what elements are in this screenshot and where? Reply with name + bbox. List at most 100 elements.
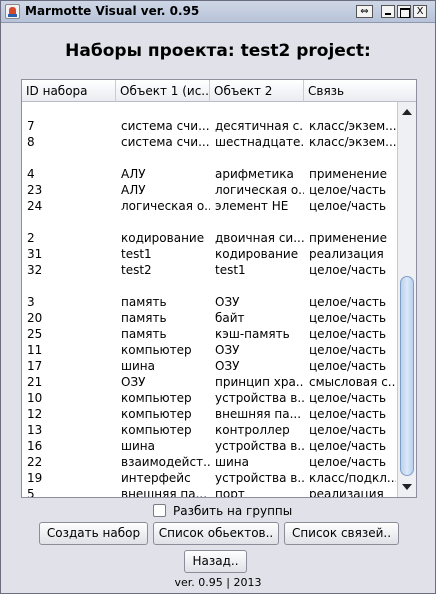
cell-relation: класс/экзем...: [309, 135, 396, 149]
table-header: ID набора Объект 1 (ис... Объект 2 Связь: [22, 80, 396, 102]
cell-relation: [304, 102, 396, 118]
cell-relation: целое/часть: [309, 455, 387, 469]
column-header-object2[interactable]: Объект 2: [210, 80, 304, 102]
cell-object1: компьютер: [121, 423, 192, 437]
close-button[interactable]: X: [413, 5, 427, 18]
cell-set-id: 8: [27, 135, 35, 149]
minimize-button[interactable]: [381, 5, 395, 18]
vertical-scrollbar[interactable]: [397, 102, 416, 497]
cell-relation: смысловая с...: [309, 375, 396, 389]
table-row[interactable]: 7 система счи... десятичная с... класс/экзе…: [22, 118, 396, 134]
table-row[interactable]: 10 компьютер устройства в... целое/часть: [22, 390, 396, 406]
maximize-button[interactable]: [397, 5, 411, 18]
cell-relation: класс/экзем...: [309, 119, 396, 133]
cell-object2: шина: [215, 455, 249, 469]
table-row[interactable]: [22, 278, 396, 294]
cell-set-id: 11: [27, 343, 43, 357]
table-row[interactable]: [22, 150, 396, 166]
table-row[interactable]: 4 АЛУ арифметика применение: [22, 166, 396, 182]
cell-object1: test2: [121, 263, 152, 277]
table-row[interactable]: [22, 102, 396, 118]
cell-object1: кодирование: [121, 231, 205, 245]
cell-object2: двоичная си...: [215, 231, 304, 245]
table-row[interactable]: 2 кодирование двоичная си... применение: [22, 230, 396, 246]
column-header-object1[interactable]: Объект 1 (ис...: [116, 80, 210, 102]
scroll-down-arrow-icon[interactable]: [398, 479, 416, 495]
scrollbar-track[interactable]: [398, 120, 416, 479]
sets-table: ID набора Объект 1 (ис... Объект 2 Связь…: [21, 79, 417, 498]
table-row[interactable]: 3 память ОЗУ целое/часть: [22, 294, 396, 310]
table-row[interactable]: 12 компьютер внешняя па... целое/часть: [22, 406, 396, 422]
table-row[interactable]: 22 взаимодейст... шина целое/часть: [22, 454, 396, 470]
links-list-button[interactable]: Список связей..: [284, 522, 399, 545]
cell-relation: целое/часть: [309, 423, 387, 437]
table-row[interactable]: 21 ОЗУ принцип хра... смысловая с...: [22, 374, 396, 390]
title-bar[interactable]: Marmotte Visual ver. 0.95 ⇔ X: [1, 1, 435, 23]
cell-object1: память: [121, 311, 167, 325]
table-row[interactable]: 16 шина устройства в... целое/часть: [22, 438, 396, 454]
cell-object2: десятичная с...: [215, 119, 304, 133]
scrollbar-thumb[interactable]: [400, 276, 414, 476]
cell-set-id: 7: [27, 119, 35, 133]
cell-set-id: 16: [27, 439, 43, 453]
cell-set-id: [22, 214, 116, 230]
cell-object1: система счи...: [121, 119, 210, 133]
objects-list-button[interactable]: Список обьектов..: [153, 522, 279, 545]
table-row[interactable]: 19 интерфейс устройства в... класс/подкл...: [22, 470, 396, 486]
table-row[interactable]: 23 АЛУ логическая о... целое/часть: [22, 182, 396, 198]
table-row[interactable]: 5 внешняя па... порт реализация: [22, 486, 396, 497]
cell-object1: память: [121, 327, 167, 341]
cell-relation: реализация: [309, 247, 384, 261]
table-body[interactable]: 7 система счи... десятичная с... класс/экзе…: [22, 102, 396, 497]
cell-set-id: 19: [27, 471, 43, 485]
column-header-relation[interactable]: Связь: [304, 80, 396, 102]
table-row[interactable]: 24 логическая о... элемент НЕ целое/часть: [22, 198, 396, 214]
scroll-up-arrow-icon[interactable]: [398, 104, 416, 120]
cell-set-id: 2: [27, 231, 35, 245]
resize-arrows-button[interactable]: ⇔: [356, 5, 373, 18]
cell-set-id: 12: [27, 407, 43, 421]
cell-relation: целое/часть: [309, 263, 387, 277]
cell-object2: ОЗУ: [215, 359, 240, 373]
cell-object2: элемент НЕ: [215, 199, 289, 213]
cell-relation: [304, 278, 396, 294]
table-row[interactable]: 13 компьютер контроллер целое/часть: [22, 422, 396, 438]
cell-object1: ОЗУ: [121, 375, 146, 389]
split-groups-checkbox[interactable]: [153, 504, 166, 517]
cell-object2: логическая о...: [215, 183, 304, 197]
page-title: Наборы проекта: test2 project:: [65, 41, 371, 61]
cell-relation: целое/часть: [309, 183, 387, 197]
split-groups-label[interactable]: Разбить на группы: [173, 503, 292, 519]
cell-object2: байт: [215, 311, 245, 325]
table-row[interactable]: 25 память кэш-память целое/часть: [22, 326, 396, 342]
table-row[interactable]: 20 память байт целое/часть: [22, 310, 396, 326]
split-groups-option[interactable]: Разбить на группы: [153, 503, 293, 519]
cell-object2: устройства в...: [215, 391, 304, 405]
cell-relation: целое/часть: [309, 359, 387, 373]
table-row[interactable]: [22, 214, 396, 230]
cell-object2: ОЗУ: [215, 343, 240, 357]
back-button[interactable]: Назад..: [184, 550, 247, 573]
table-row[interactable]: 32 test2 test1 целое/часть: [22, 262, 396, 278]
cell-set-id: 20: [27, 311, 43, 325]
cell-object2: [210, 214, 304, 230]
cell-object2: арифметика: [215, 167, 294, 181]
table-row[interactable]: 31 test1 кодирование реализация: [22, 246, 396, 262]
table-row[interactable]: 8 система счи... шестнадцате... класс/экзем…: [22, 134, 396, 150]
cell-set-id: 31: [27, 247, 43, 261]
cell-object1: [116, 150, 210, 166]
cell-object1: [116, 102, 210, 118]
column-header-set-id[interactable]: ID набора: [22, 80, 116, 102]
cell-set-id: 22: [27, 455, 43, 469]
cell-object1: компьютер: [121, 391, 192, 405]
table-row[interactable]: 11 компьютер ОЗУ целое/часть: [22, 342, 396, 358]
table-row[interactable]: 17 шина ОЗУ целое/часть: [22, 358, 396, 374]
cell-object2: устройства в...: [215, 471, 304, 485]
cell-object2: шестнадцате...: [215, 135, 304, 149]
cell-object1: внешняя па...: [121, 487, 208, 497]
cell-set-id: 3: [27, 295, 35, 309]
create-set-button[interactable]: Создать набор: [39, 522, 148, 545]
cell-set-id: 32: [27, 263, 43, 277]
cell-set-id: [22, 102, 116, 118]
cell-object1: логическая о...: [121, 199, 210, 213]
